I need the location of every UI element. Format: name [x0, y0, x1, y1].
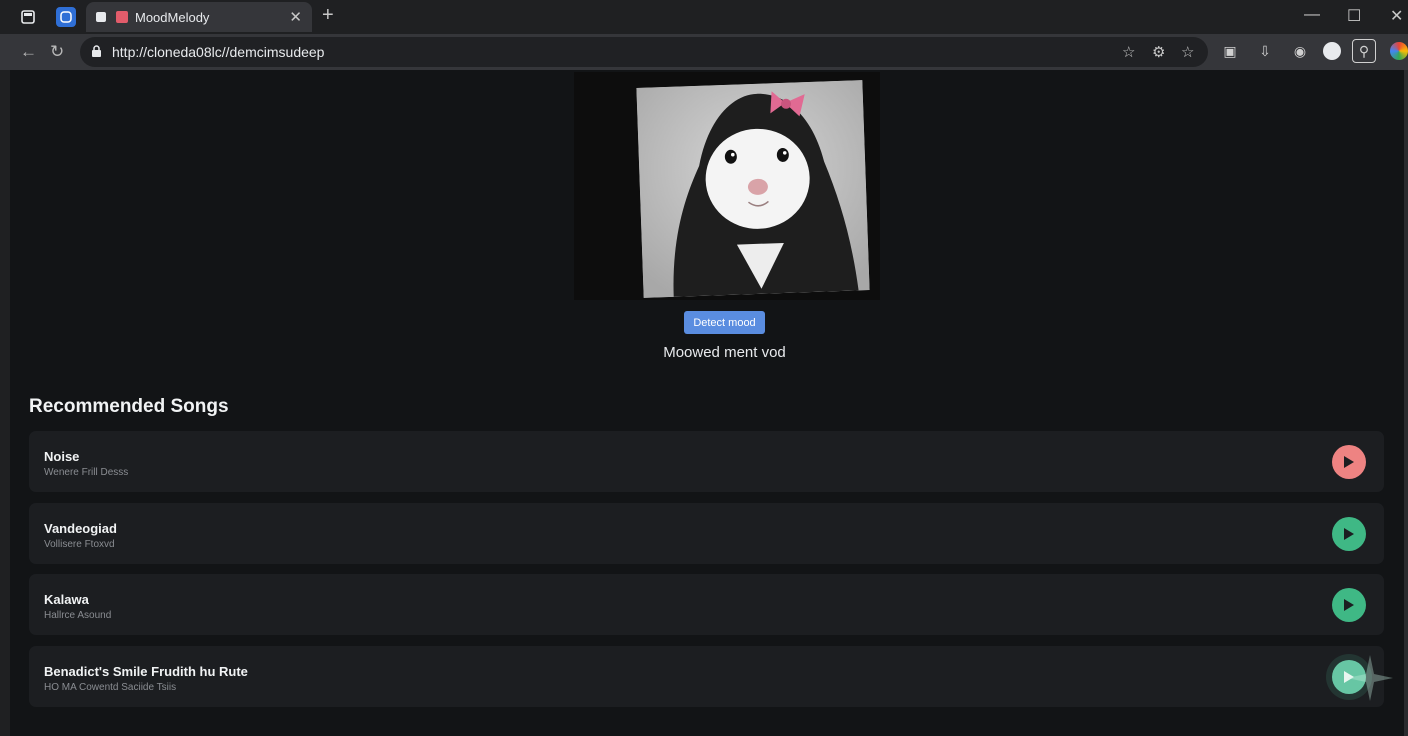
play-icon [1344, 528, 1354, 540]
close-tab-icon[interactable]: ✕ [289, 8, 302, 26]
play-button[interactable] [1332, 517, 1366, 551]
new-tab-plus-icon[interactable]: + [322, 4, 334, 27]
song-card[interactable]: Vandeogiad Vollisere Ftoxvd [29, 503, 1384, 564]
navigation-bar: ← ↻ http://cloneda08lc//demcimsudeep ☆ ⚙… [0, 34, 1408, 70]
play-button[interactable] [1332, 588, 1366, 622]
song-card[interactable]: Benadict's Smile Frudith hu Rute HO MA C… [29, 646, 1393, 707]
play-button[interactable] [1332, 445, 1366, 479]
song-title: Noise [44, 449, 80, 464]
tab-title: MoodMelody [135, 10, 210, 25]
recommended-songs-heading: Recommended Songs [29, 396, 229, 417]
lock-icon [92, 45, 101, 57]
mood-result-text: Moowed ment vod [663, 344, 786, 361]
song-artist: HO MA Cowentd Saciide Tsiis [44, 682, 177, 693]
maximize-icon[interactable]: ☐ [1347, 6, 1361, 26]
favorites-star-icon[interactable]: ☆ [1181, 43, 1194, 61]
browser-window: MoodMelody ✕ + — ☐ ✕ ← ↻ http://cloneda0… [0, 0, 1408, 736]
bookmark-star-icon[interactable]: ☆ [1122, 43, 1135, 61]
mood-photo [636, 80, 870, 298]
minimize-icon[interactable]: — [1304, 6, 1320, 24]
workspace-icon[interactable] [56, 7, 76, 27]
detect-mood-button[interactable]: Detect mood [684, 311, 765, 334]
song-title: Benadict's Smile Frudith hu Rute [44, 664, 248, 679]
address-bar[interactable]: http://cloneda08lc//demcimsudeep ☆ ⚙ ☆ [80, 37, 1208, 67]
play-icon [1344, 599, 1354, 611]
song-title: Vandeogiad [44, 521, 117, 536]
play-icon [1344, 456, 1354, 468]
play-icon [1344, 671, 1354, 683]
back-icon[interactable]: ← [20, 42, 37, 62]
page-content: Detect mood Moowed ment vod Recommended … [10, 70, 1404, 736]
document-icon [96, 12, 106, 22]
song-title: Kalawa [44, 592, 89, 607]
extension-puzzle-icon[interactable]: ⚙ [1152, 43, 1165, 61]
song-artist: Hallrce Asound [44, 610, 112, 621]
browser-logo-icon[interactable] [1390, 42, 1408, 60]
downloads-icon[interactable]: ⇩ [1256, 42, 1274, 60]
key-icon[interactable]: ⚲ [1352, 39, 1376, 63]
page-scrollbar[interactable] [1404, 70, 1408, 736]
browser-tab[interactable]: MoodMelody ✕ [86, 2, 312, 32]
play-button[interactable] [1332, 660, 1366, 694]
webcam-frame [574, 72, 880, 300]
reload-icon[interactable]: ↻ [50, 42, 64, 62]
camera-icon[interactable]: ◉ [1291, 42, 1309, 60]
song-card[interactable]: Noise Wenere Frill Desss [29, 431, 1384, 492]
song-artist: Vollisere Ftoxvd [44, 539, 115, 550]
song-card[interactable]: Kalawa Hallrce Asound [29, 574, 1384, 635]
window-close-icon[interactable]: ✕ [1390, 6, 1403, 26]
song-artist: Wenere Frill Desss [44, 467, 129, 478]
screenshot-icon[interactable]: ▣ [1221, 42, 1239, 60]
url-text: http://cloneda08lc//demcimsudeep [112, 44, 325, 60]
tab-menu-icon[interactable] [18, 7, 38, 27]
profile-avatar-icon[interactable] [1323, 42, 1341, 60]
tab-favicon-icon [116, 11, 128, 23]
title-bar: MoodMelody ✕ + — ☐ ✕ [0, 0, 1408, 34]
